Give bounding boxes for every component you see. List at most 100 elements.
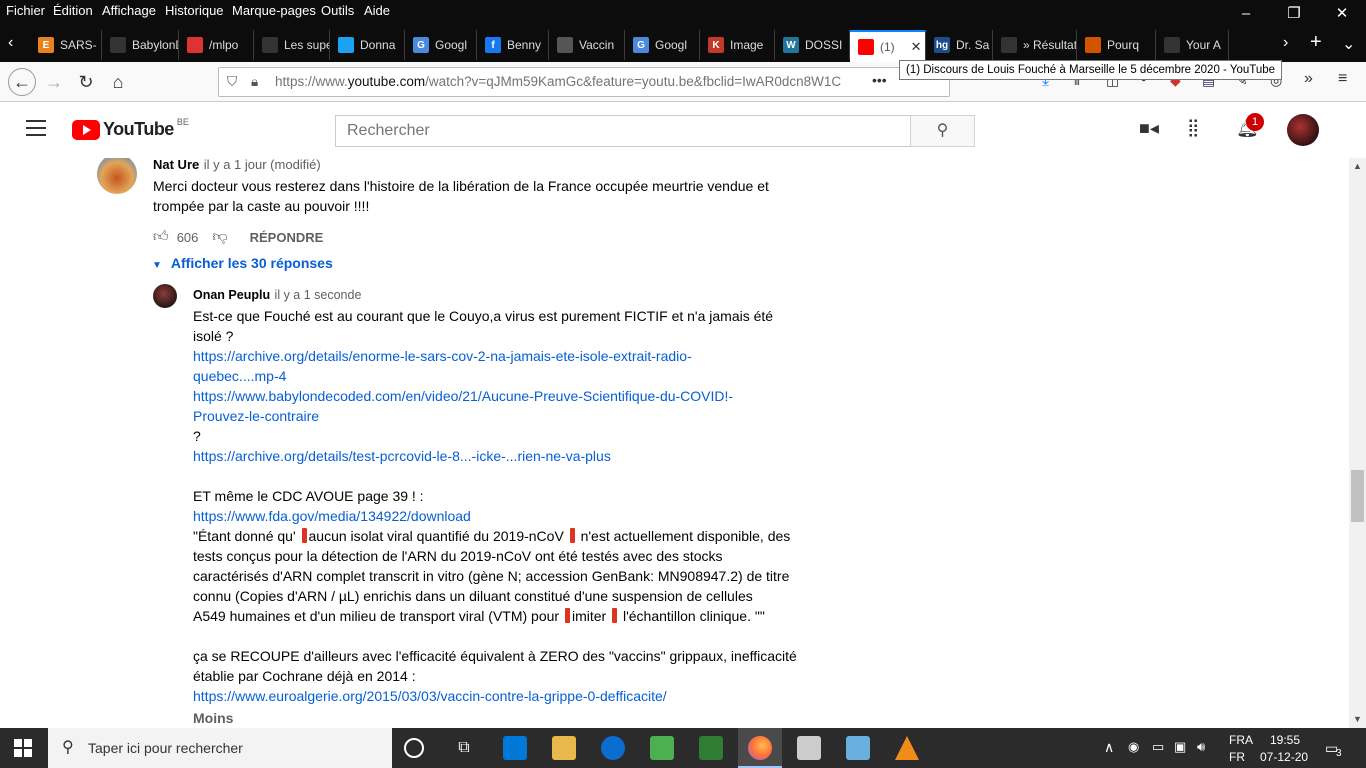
task-view-icon[interactable]: ⧉ (452, 736, 476, 760)
browser-tab[interactable]: /mlpo (179, 30, 254, 60)
quote-text: "Étant donné qu' (193, 528, 296, 544)
tab-favicon-icon (187, 37, 203, 53)
reply-time[interactable]: il y a 1 seconde (275, 288, 362, 302)
comment-avatar[interactable] (97, 158, 137, 194)
reply-link[interactable]: Prouvez-le-contraire (193, 406, 813, 426)
browser-tab[interactable]: f Benny (477, 30, 549, 60)
reply-text-line: isolé ? (193, 328, 234, 344)
tray-app-icon[interactable]: ◉ (1128, 739, 1139, 755)
url-path: /watch?v=qJMm59KamGc&feature=youtu.be&fb… (425, 74, 842, 89)
firefox-taskbar-button[interactable] (738, 728, 782, 768)
tab-label: Googl (655, 38, 688, 52)
search-input[interactable] (335, 115, 911, 147)
hamburger-menu-icon[interactable]: ≡ (1338, 70, 1347, 88)
reply-link[interactable]: https://archive.org/details/test-pcrcovi… (193, 446, 813, 466)
browser-tab[interactable]: W DOSSI (775, 30, 850, 60)
browser-tab[interactable]: (1) ✕ (850, 30, 926, 62)
back-icon[interactable]: ← (8, 68, 36, 96)
spreadsheet-icon[interactable] (699, 736, 723, 760)
close-tab-icon[interactable]: ✕ (911, 39, 922, 55)
browser-tab[interactable]: E SARS- (30, 30, 102, 60)
url-bar[interactable]: ⛉ 🔒︎ https://www.youtube.com/watch?v=qJM… (218, 67, 950, 97)
reply-link[interactable]: https://archive.org/details/enorme-le-sa… (193, 346, 813, 366)
scrollbar-thumb[interactable] (1351, 470, 1364, 522)
exclamation-icon (569, 528, 575, 543)
menu-fichier[interactable]: Fichier (6, 3, 45, 18)
reply-button[interactable]: RÉPONDRE (250, 230, 324, 245)
scroll-up-icon[interactable]: ▲ (1349, 158, 1366, 175)
create-video-icon[interactable]: ■◂ (1139, 118, 1159, 139)
home-icon[interactable]: ⌂ (106, 70, 130, 94)
tab-scroll-right-icon[interactable]: › (1283, 34, 1288, 52)
search-button[interactable]: ⚲ (910, 115, 975, 147)
browser-tab[interactable]: Vaccin (549, 30, 625, 60)
browser-tab[interactable]: G Googl (625, 30, 700, 60)
browser-tab[interactable]: K Image (700, 30, 775, 60)
tab-label: Dr. Sa (956, 38, 990, 52)
scroll-down-icon[interactable]: ▼ (1349, 711, 1366, 728)
browser-tab[interactable]: G Googl (405, 30, 477, 60)
browser-tab[interactable]: hg Dr. Sa (926, 30, 993, 60)
browser-tab[interactable]: Your A (1156, 30, 1229, 60)
windows-start-icon[interactable] (14, 739, 32, 757)
youtube-logo[interactable]: YouTube BE (72, 117, 189, 140)
comment-time[interactable]: il y a 1 jour (modifié) (204, 158, 321, 172)
user-avatar[interactable] (1287, 114, 1319, 146)
reload-icon[interactable]: ↻ (74, 70, 98, 94)
edge-icon[interactable] (601, 736, 625, 760)
tab-favicon-icon (858, 39, 874, 55)
battery-icon[interactable]: ▭ (1152, 739, 1164, 755)
clock-date[interactable]: 07-12-20 (1260, 750, 1308, 764)
mail-icon[interactable] (503, 736, 527, 760)
network-icon[interactable]: ▣ (1174, 739, 1186, 755)
url-domain: youtube.com (347, 74, 426, 89)
tab-scroll-left-icon[interactable]: ‹ (8, 34, 13, 52)
show-less-button[interactable]: Moins (193, 708, 813, 728)
volume-icon[interactable]: 🔊︎ (1197, 739, 1205, 755)
overflow-menu-icon[interactable]: » (1304, 70, 1313, 88)
reply-author[interactable]: Onan Peuplu (193, 288, 270, 302)
like-icon[interactable]: 👍︎ (153, 228, 169, 246)
shield-icon[interactable]: ⛉ (227, 68, 237, 96)
clock-time[interactable]: 19:55 (1270, 733, 1300, 747)
browser-tab[interactable]: Pourq (1077, 30, 1156, 60)
browser-tab[interactable]: BabylonDe (102, 30, 179, 60)
browser-tab[interactable]: » Résultats (993, 30, 1077, 60)
browser-tab[interactable]: Donna (330, 30, 405, 60)
tab-label: » Résultats (1023, 38, 1077, 52)
cortana-icon[interactable] (404, 738, 424, 758)
page-scrollbar[interactable]: ▲ ▼ (1349, 158, 1366, 728)
reply-link[interactable]: https://www.fda.gov/media/134922/downloa… (193, 506, 813, 526)
apps-grid-icon[interactable]: ⣿ (1187, 118, 1199, 138)
youtube-play-icon (72, 119, 100, 140)
vlc-icon[interactable] (895, 736, 919, 760)
new-tab-icon[interactable]: + (1310, 31, 1322, 54)
tray-expand-icon[interactable]: ∧ (1104, 739, 1114, 756)
menu-affichage[interactable]: Affichage (102, 3, 156, 18)
browser-tab[interactable]: Les superb (254, 30, 330, 60)
guide-menu-icon[interactable] (26, 120, 46, 136)
menu-historique[interactable]: Historique (165, 3, 224, 18)
paint-icon[interactable] (797, 736, 821, 760)
show-replies-button[interactable]: ▼ Afficher les 30 réponses (152, 255, 333, 271)
reply-link[interactable]: https://www.babylondecoded.com/en/video/… (193, 386, 813, 406)
page-actions-icon[interactable]: ••• (872, 72, 887, 88)
reply-link[interactable]: https://www.euroalgerie.org/2015/03/03/v… (193, 686, 813, 706)
menu-aide[interactable]: Aide (364, 3, 390, 18)
notepad-icon[interactable] (846, 736, 870, 760)
comment-author[interactable]: Nat Ure (153, 158, 199, 172)
menu-outils[interactable]: Outils (321, 3, 354, 18)
dislike-icon[interactable]: 👎︎ (212, 228, 227, 246)
file-explorer-icon[interactable] (552, 736, 576, 760)
tab-favicon-icon (1001, 37, 1017, 53)
xbox-icon[interactable] (650, 736, 674, 760)
tab-list-icon[interactable]: ⌄ (1342, 34, 1355, 54)
menu-edition[interactable]: Édition (53, 3, 93, 18)
taskbar-search-input[interactable]: ⚲ Taper ici pour rechercher (48, 728, 392, 768)
keyboard-layout[interactable]: FR (1229, 750, 1245, 764)
menu-marque-pages[interactable]: Marque-pages (232, 3, 316, 18)
forward-icon[interactable]: → (42, 70, 66, 94)
reply-avatar[interactable] (153, 284, 177, 308)
language-code[interactable]: FRA (1229, 733, 1253, 747)
reply-link[interactable]: quebec....mp-4 (193, 366, 813, 386)
